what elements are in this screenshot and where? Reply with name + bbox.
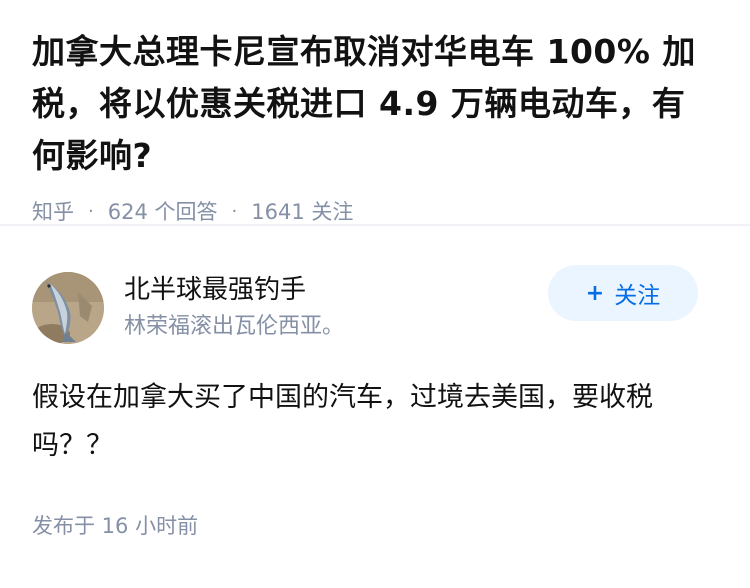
author-bio: 林荣福滚出瓦伦西亚。 [124,314,345,339]
author-row: 北半球最强钓手 林荣福滚出瓦伦西亚。 + 关注 [32,258,718,358]
author-name[interactable]: 北半球最强钓手 [124,272,344,308]
meta-separator: · [231,200,238,222]
question-title[interactable]: 加拿大总理卡尼宣布取消对华电车 100% 加税，将以优惠关税进口 4.9 万辆电… [32,26,718,182]
author-info: 北半球最强钓手 林荣福滚出瓦伦西亚。 [124,272,344,344]
question-meta: 知乎 · 624 个回答 · 1641 关注 [32,196,718,226]
follow-button[interactable]: + 关注 [548,265,698,321]
answer-content[interactable]: 假设在加拿大买了中国的汽车，过境去美国，要收税吗？？ [32,374,718,470]
followers-count: 1641 关注 [251,200,354,224]
answer-card: 北半球最强钓手 林荣福滚出瓦伦西亚。 + 关注 假设在加拿大买了中国的汽车，过境… [0,258,750,540]
avatar[interactable] [32,272,104,344]
source-label[interactable]: 知乎 [32,196,74,226]
fish-photo-avatar-icon [32,272,104,344]
plus-icon: + [585,280,605,306]
zhihu-question-page: 加拿大总理卡尼宣布取消对华电车 100% 加税，将以优惠关税进口 4.9 万辆电… [0,0,750,588]
answers-count[interactable]: 624 个回答 [108,196,218,226]
question-header: 加拿大总理卡尼宣布取消对华电车 100% 加税，将以优惠关税进口 4.9 万辆电… [0,0,750,224]
meta-separator: · [88,200,94,222]
answer-published-time: 发布于 16 小时前 [32,514,199,538]
follow-button-label: 关注 [614,283,661,309]
